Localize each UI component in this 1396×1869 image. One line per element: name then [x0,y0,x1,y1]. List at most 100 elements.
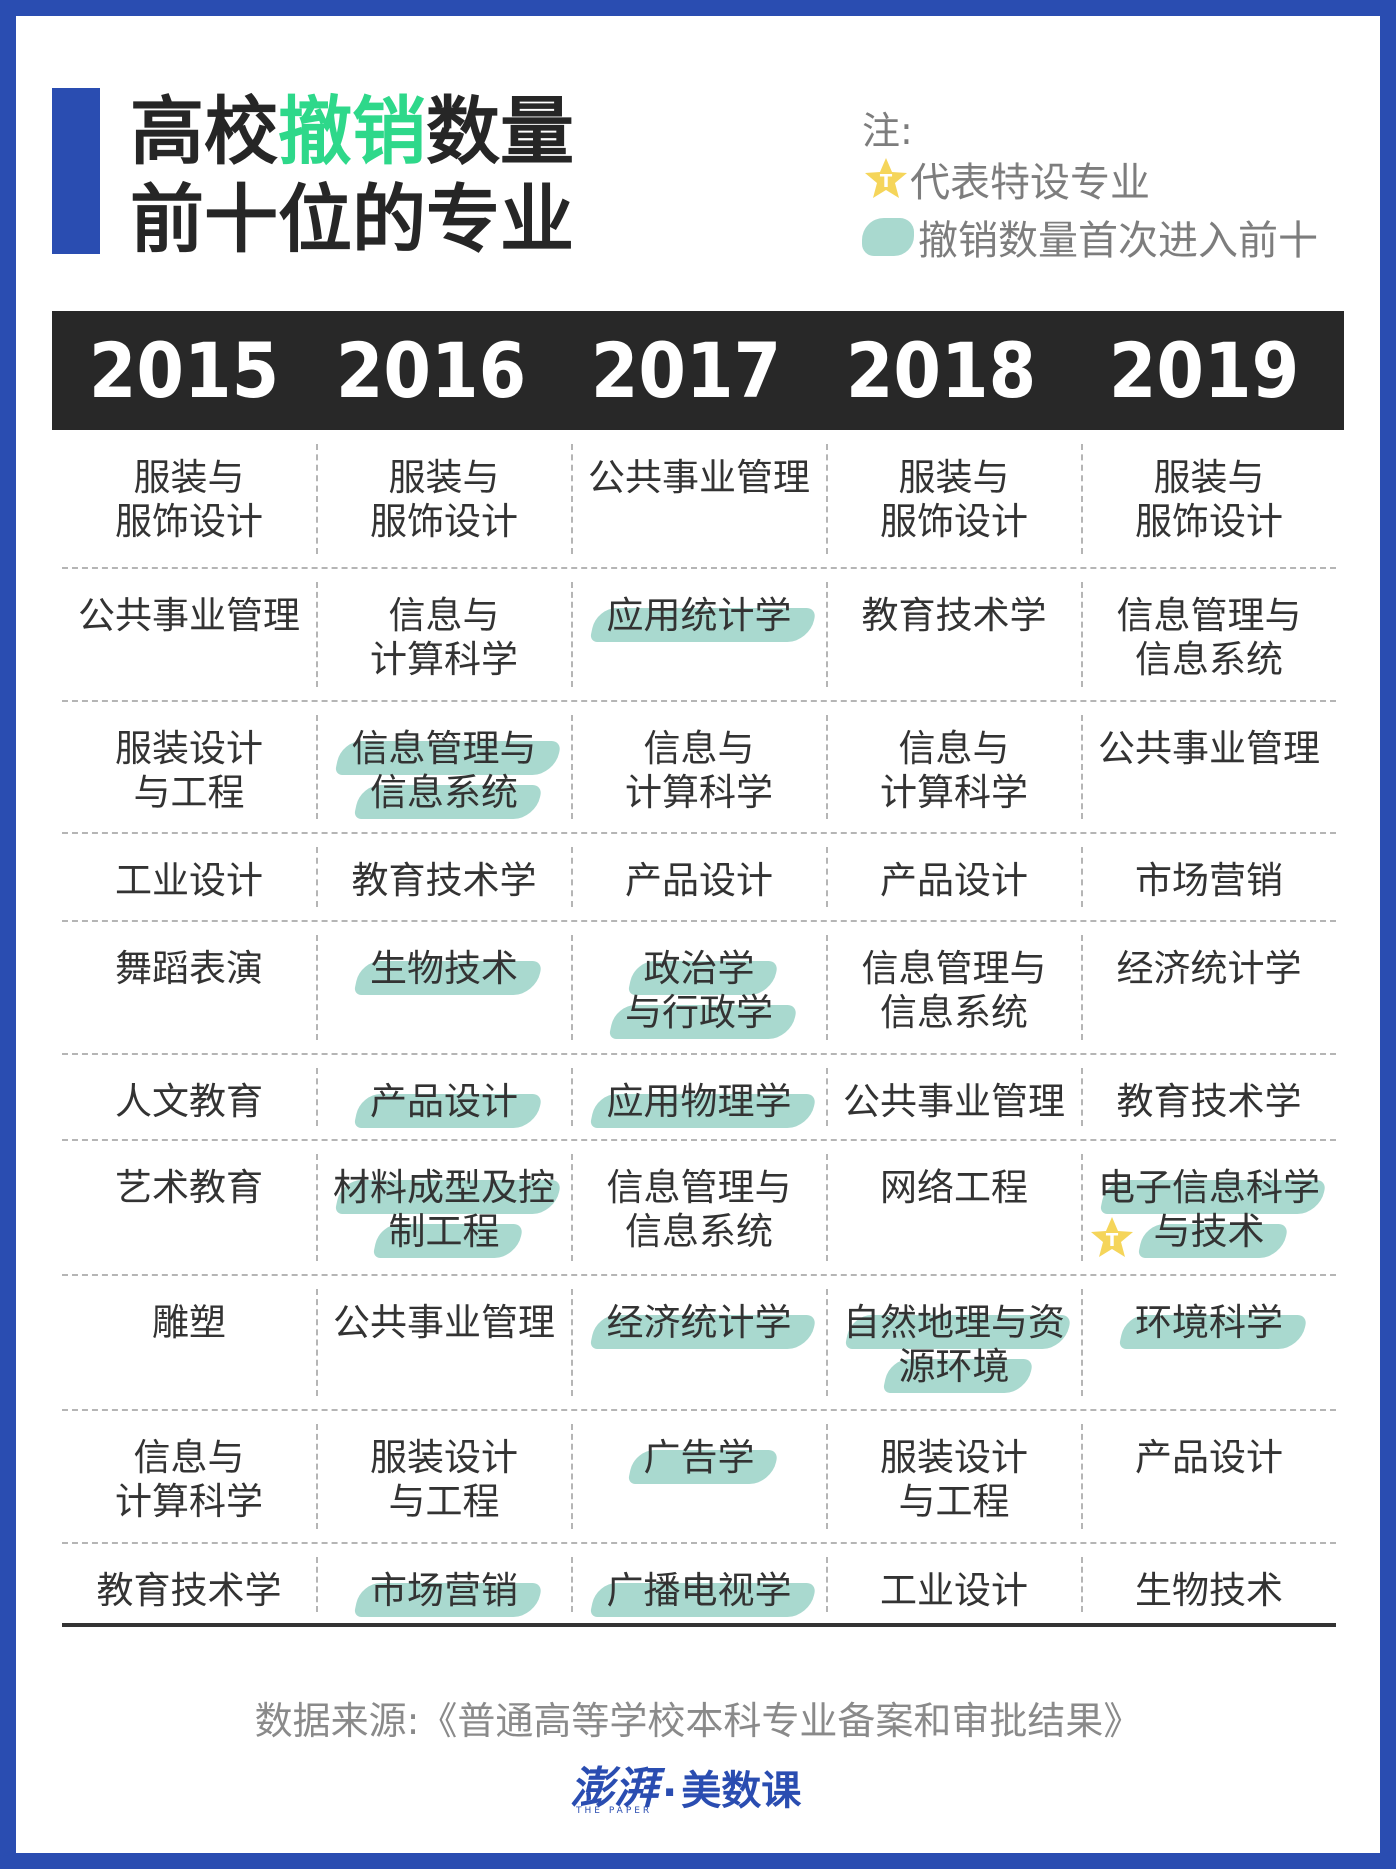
table-cell: 人文教育 [62,1080,316,1124]
major-name-line: 制工程 [388,1210,500,1253]
major-name: 服装与 服饰设计 [370,456,518,544]
table-cell: 产品设计 [572,859,826,903]
table-cell: 信息与 计算科学 [827,727,1081,815]
major-name-line: 舞蹈表演 [115,947,263,990]
major-name-line: 生物技术 [370,947,518,990]
major-name: 艺术教育 [115,1166,263,1210]
major-name: 服装设计 与工程 [880,1436,1028,1524]
major-name: 公共事业管理 [843,1080,1065,1124]
major-name-line: 应用统计学 [606,594,792,637]
row-separator [62,700,1336,702]
major-name-line: 与工程 [898,1480,1010,1523]
major-name: 公共事业管理 [588,456,810,500]
table-bottom-rule [62,1623,1336,1627]
major-name-line: 公共事业管理 [78,594,300,637]
table-cell: 自然地理与资 源环境 [827,1301,1081,1393]
major-name-line: 自然地理与资 [843,1301,1065,1344]
table-cell: 信息与 计算科学 [317,594,571,682]
year-2016: 2016 [335,326,527,415]
major-name: 教育技术学 [97,1569,282,1613]
row-separator [62,1053,1336,1055]
major-name-line: 信息系统 [625,1210,773,1253]
major-name-line: 服装与 [388,456,500,499]
table-cell: 信息管理与 信息系统 [1082,594,1336,682]
major-name-line: 服装设计 [115,727,263,770]
logo-separator: · [662,1770,678,1816]
major-name-line: 服饰设计 [880,500,1028,543]
major-name: 舞蹈表演 [115,947,263,991]
major-name: 工业设计 [880,1569,1028,1613]
table-cell: 产品设计 [827,859,1081,903]
table-cell: 服装与 服饰设计 [1082,456,1336,544]
table-cell: 应用统计学 [572,594,826,642]
year-header: 2015 2016 2017 2018 2019 [52,311,1344,430]
major-name-line: 与行政学 [625,991,773,1034]
table-cell: 信息管理与 信息系统 [827,947,1081,1035]
majors-table: 服装与 服饰设计 服装与 服饰设计 公共事业管理 服装与 服饰设计 服装与 服饰设计 公共事业管理… [62,430,1336,1626]
major-name-line: 信息管理与 [606,1166,792,1209]
table-cell: 公共事业管理 [1082,727,1336,771]
major-name-line: 服饰设计 [1135,500,1283,543]
row-separator [62,1139,1336,1141]
table-cell: 市场营销 [317,1569,571,1617]
table-cell: 公共事业管理 [572,456,826,500]
table-cell: 教育技术学 [62,1569,316,1613]
major-name: 信息与 计算科学 [880,727,1028,815]
major-name: 服装与 服饰设计 [1135,456,1283,544]
major-name-line: 服饰设计 [115,500,263,543]
major-name: 产品设计 [880,859,1028,903]
major-name-line: 市场营销 [370,1569,518,1612]
major-name-line: 工业设计 [880,1569,1028,1612]
major-name-line: 公共事业管理 [588,456,810,499]
major-name-line: 信息管理与 [861,947,1047,990]
major-name-line: 艺术教育 [115,1166,263,1209]
major-name-line: 广播电视学 [606,1569,792,1612]
title-suffix: 数量 [426,89,574,175]
major-name: 广告学 [644,1436,755,1480]
major-name-line: 服装与 [1153,456,1265,499]
table-cell: 应用物理学 [572,1080,826,1128]
major-name-line: 雕塑 [152,1301,226,1344]
table-cell: 市场营销 [1082,859,1336,903]
major-name-line: 信息与 [898,727,1010,770]
major-name-line: 与工程 [133,771,245,814]
table-cell: 政治学 与行政学 [572,947,826,1039]
major-name-line: 计算科学 [115,1480,263,1523]
table-cell: 信息管理与 信息系统 [572,1166,826,1254]
table-cell: 网络工程 [827,1166,1081,1210]
data-source: 数据来源:《普通高等学校本科专业备案和审批结果》 [254,1699,1142,1743]
logo-column: 美数课 [681,1768,802,1814]
table-cell: 产品设计 [317,1080,571,1128]
table-cell: 经济统计学 [572,1301,826,1349]
major-name-line: 产品设计 [1135,1436,1283,1479]
major-name: 信息管理与 信息系统 [1117,594,1302,682]
major-name-line: 产品设计 [370,1080,518,1123]
svg-text:T: T [880,171,893,192]
major-name-line: 服装设计 [370,1436,518,1479]
svg-text:T: T [1106,1230,1119,1251]
major-name-line: 信息系统 [370,771,518,814]
major-name: 环境科学 [1135,1301,1283,1345]
major-name: 教育技术学 [352,859,537,903]
major-name-line: 服饰设计 [370,500,518,543]
major-name-line: 信息管理与 [351,727,537,770]
major-name: 产品设计 [625,859,773,903]
major-name-line: 产品设计 [625,859,773,902]
major-name: 应用统计学 [607,594,792,638]
major-name: 产品设计 [1135,1436,1283,1480]
major-name: 产品设计 [370,1080,518,1124]
title-line-2: 前十位的专业 [130,177,574,263]
major-name-line: 公共事业管理 [333,1301,555,1344]
major-name: 生物技术 [1135,1569,1283,1613]
major-name: 自然地理与资 源环境 [843,1301,1065,1389]
major-name: 信息管理与 信息系统 [607,1166,792,1254]
logo-subtitle: THE PAPER [576,1806,653,1816]
table-cell: 服装与 服饰设计 [827,456,1081,544]
table-cell: 电子信息科学 与技术 T [1082,1166,1336,1258]
major-name: 经济统计学 [607,1301,792,1345]
note-heading: 注: [862,109,913,153]
table-cell: 服装设计 与工程 [317,1436,571,1524]
star-t-icon: T [1088,1214,1136,1262]
row-separator [62,920,1336,922]
table-cell: 教育技术学 [317,859,571,903]
